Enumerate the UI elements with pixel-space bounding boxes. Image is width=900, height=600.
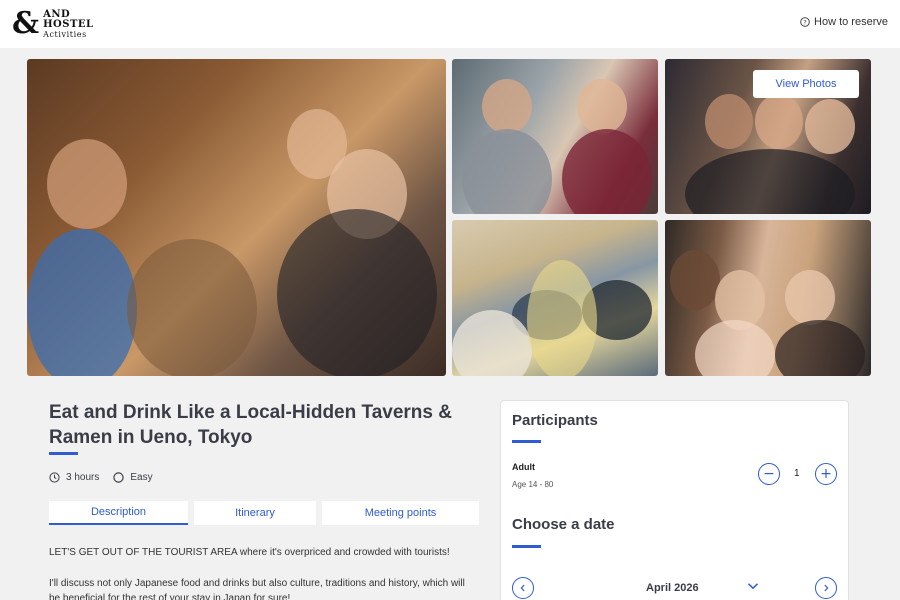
booking-panel: Participants Adult Age 14 - 80 − 1 + Cho…	[500, 400, 849, 600]
clock-icon	[49, 472, 60, 483]
duration-meta: 3 hours	[49, 472, 99, 483]
gallery-photo-5[interactable]	[665, 220, 871, 376]
tour-description: LET'S GET OUT OF THE TOURIST AREA where …	[49, 545, 469, 600]
gallery-photo-2[interactable]	[452, 59, 658, 214]
chevron-left-icon	[520, 584, 525, 592]
description-paragraph: LET'S GET OUT OF THE TOURIST AREA where …	[49, 547, 450, 558]
page-title: Eat and Drink Like a Local-Hidden Tavern…	[49, 402, 452, 448]
chevron-right-icon	[824, 584, 829, 592]
adult-age-range: Age 14 - 80	[512, 480, 554, 489]
choose-date-underline	[512, 545, 541, 548]
and-hostel-logo[interactable]: & AND HOSTEL Activities	[12, 8, 94, 40]
tab-meeting-points[interactable]: Meeting points	[322, 501, 479, 525]
description-paragraph: I'll discuss not only Japanese food and …	[49, 578, 465, 600]
title-underline	[49, 452, 78, 455]
participants-underline	[512, 440, 541, 443]
logo-line-3: Activities	[43, 29, 87, 39]
how-to-reserve-link[interactable]: ? How to reserve	[800, 16, 888, 28]
adult-label: Adult	[512, 462, 535, 472]
calendar-month: April 2026	[646, 582, 699, 594]
how-to-reserve-label: How to reserve	[814, 16, 888, 28]
difficulty-text: Easy	[130, 472, 153, 483]
tab-description[interactable]: Description	[49, 501, 188, 525]
adult-quantity: 1	[794, 468, 800, 479]
top-header: & AND HOSTEL Activities ? How to reserve	[0, 0, 900, 48]
previous-month-button[interactable]	[512, 577, 534, 599]
tour-meta: 3 hours Easy	[49, 472, 167, 483]
gallery-photo-4[interactable]	[452, 220, 658, 376]
next-month-button[interactable]	[815, 577, 837, 599]
view-photos-button[interactable]: View Photos	[753, 70, 859, 98]
logo-ampersand: &	[12, 6, 40, 41]
tour-tabs: Description Itinerary Meeting points	[49, 501, 479, 525]
tab-itinerary[interactable]: Itinerary	[194, 501, 316, 525]
chevron-down-icon	[747, 583, 759, 590]
circle-icon	[113, 472, 125, 483]
gallery-photo-main[interactable]	[27, 59, 446, 376]
duration-text: 3 hours	[66, 472, 100, 483]
svg-text:?: ?	[803, 19, 806, 27]
participants-heading: Participants	[512, 412, 598, 429]
choose-date-heading: Choose a date	[512, 516, 615, 533]
month-dropdown-chevron[interactable]	[746, 579, 760, 598]
difficulty-meta: Easy	[113, 472, 153, 483]
logo-line-2: HOSTEL	[43, 18, 94, 30]
decrease-adult-button[interactable]: −	[758, 463, 780, 485]
logo-text: AND HOSTEL Activities	[43, 8, 94, 39]
increase-adult-button[interactable]: +	[815, 463, 837, 485]
question-circle-icon: ?	[800, 17, 810, 27]
logo-line-1: AND	[43, 8, 71, 20]
